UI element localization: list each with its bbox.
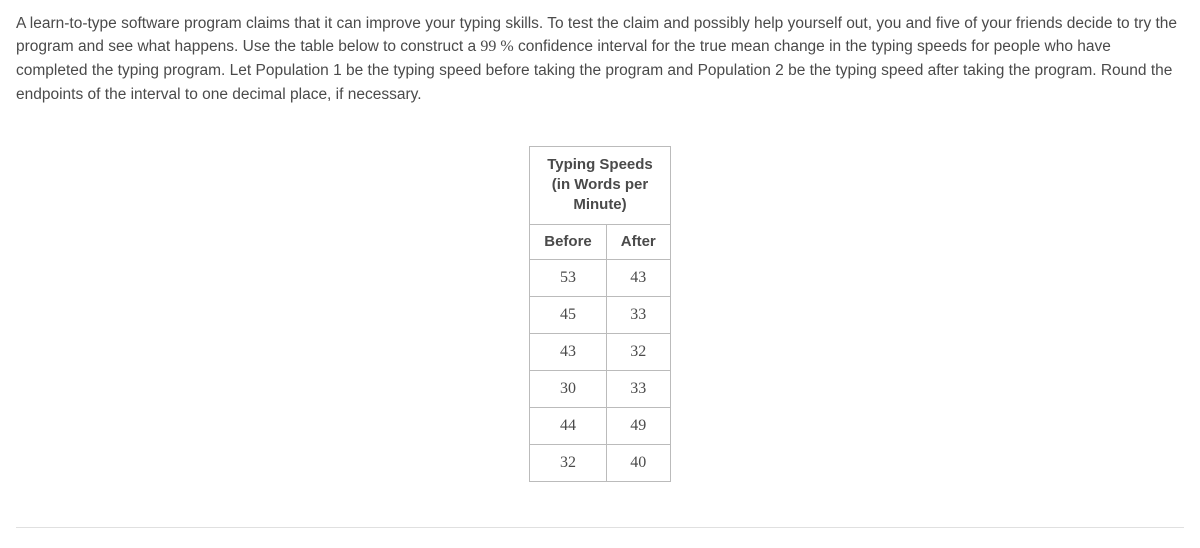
cell-before: 45 — [530, 297, 607, 334]
cell-before: 43 — [530, 334, 607, 371]
table-caption: Typing Speeds (in Words per Minute) — [530, 146, 671, 224]
cell-before: 32 — [530, 445, 607, 482]
cell-before: 53 — [530, 260, 607, 297]
table-row: 45 33 — [530, 297, 671, 334]
cell-after: 40 — [606, 445, 670, 482]
table-row: 53 43 — [530, 260, 671, 297]
cell-before: 44 — [530, 408, 607, 445]
table-row: 43 32 — [530, 334, 671, 371]
table-row: 32 40 — [530, 445, 671, 482]
col-header-after: After — [606, 224, 670, 260]
typing-speeds-table: Typing Speeds (in Words per Minute) Befo… — [529, 146, 671, 482]
table-container: Typing Speeds (in Words per Minute) Befo… — [16, 146, 1184, 482]
cell-after: 33 — [606, 297, 670, 334]
divider — [16, 527, 1184, 528]
table-row: 44 49 — [530, 408, 671, 445]
cell-before: 30 — [530, 371, 607, 408]
caption-line-3: Minute) — [573, 196, 626, 213]
cell-after: 49 — [606, 408, 670, 445]
caption-line-1: Typing Speeds — [547, 156, 653, 173]
question-text: A learn-to-type software program claims … — [16, 12, 1184, 106]
confidence-level: 99 % — [480, 38, 513, 55]
col-header-before: Before — [530, 224, 607, 260]
table-row: 30 33 — [530, 371, 671, 408]
caption-line-2: (in Words per — [552, 176, 648, 193]
cell-after: 43 — [606, 260, 670, 297]
cell-after: 32 — [606, 334, 670, 371]
cell-after: 33 — [606, 371, 670, 408]
